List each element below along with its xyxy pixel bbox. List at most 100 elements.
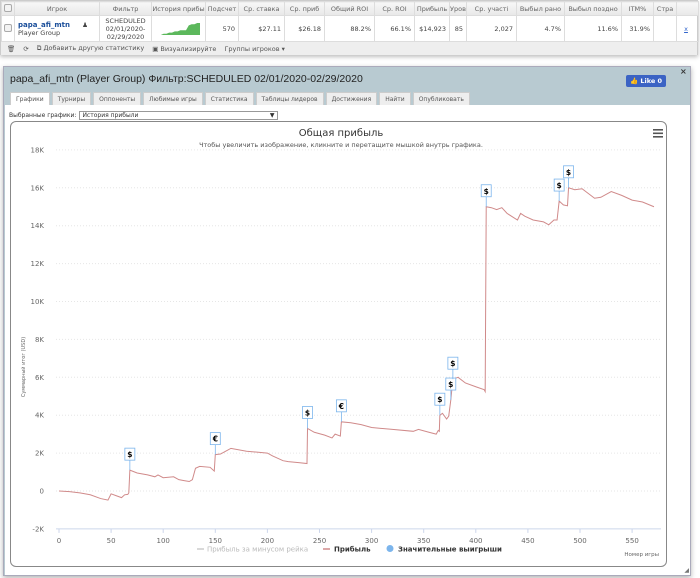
add-stat-button[interactable]: ⧉ Добавить другую статистику [37,44,144,53]
avg-stake-cell: $27.11 [238,15,285,42]
big-win-flag[interactable]: $ [480,184,492,207]
svg-text:$: $ [557,181,562,190]
y-tick-label: -2K [32,525,44,533]
row-checkbox[interactable] [1,15,15,42]
col-header[interactable]: Выбыл поздно [564,1,622,16]
x-tick-label: 250 [313,537,326,545]
dropdown-arrow-icon: ▼ [269,112,275,119]
chart-select-label: Выбранные графики: [9,112,77,119]
col-header[interactable]: Уровен [449,1,467,16]
chart-title: Общая прибыль [299,128,384,139]
table-row: papa_afi_mtn ♟ Player Group SCHEDULED 02/0… [1,15,699,42]
tab-charts[interactable]: Графики [10,92,50,106]
tab-publish[interactable]: Опубликовать [412,92,470,106]
svg-text:$: $ [566,168,571,177]
close-panel-button[interactable]: × [680,67,687,76]
y-tick-label: 18K [31,146,45,154]
tab-opponents[interactable]: Оппоненты [93,92,142,106]
big-win-flag[interactable]: $ [302,406,313,429]
player-groups-dropdown[interactable]: Группы игроков ▾ [224,45,284,53]
table-header: Игрок Фильтр История прибы Подсчет Ср. с… [1,1,699,16]
level-cell: 85 [449,15,467,42]
count-cell: 570 [205,15,239,42]
chart-legend: Прибыль за минусом рейка Прибыль Значите… [197,545,502,554]
big-win-flag[interactable]: $ [553,178,565,202]
col-header-empty [676,1,699,16]
legend-bigwins-swatch [386,545,394,552]
tab-find[interactable]: Найти [379,92,411,106]
x-axis-label: Номер игры [624,552,659,558]
x-tick-label: 550 [625,537,638,545]
col-header[interactable]: Прибыль [414,1,450,16]
profit-cell: $14,923 [414,15,450,42]
filter-line: SCHEDULED [105,16,146,25]
visualize-button[interactable]: ▣ Визуализируйте [152,45,216,53]
refresh-icon[interactable]: ⟳ [23,45,28,53]
legend-rake[interactable]: Прибыль за минусом рейка [207,546,308,554]
y-tick-label: 8K [35,336,44,344]
profit-chart[interactable]: Общая прибыль Чтобы увеличить изображени… [10,121,667,567]
facebook-like-button[interactable]: 👍 Like 0 [626,75,667,87]
trash-icon[interactable]: 🗑 [7,45,15,53]
big-win-flag[interactable]: € [335,399,347,422]
x-tick-label: 200 [261,537,274,545]
player-link[interactable]: papa_afi_mtn [18,21,70,29]
y-tick-label: 12K [31,260,45,268]
total-roi-cell: 88.2% [324,15,375,42]
big-win-flag[interactable]: $ [445,377,457,401]
svg-text:$: $ [437,395,442,404]
col-header[interactable]: Общий ROI [324,1,375,16]
tab-tournaments[interactable]: Турниры [51,92,92,106]
legend-profit[interactable]: Прибыль [334,546,371,554]
y-tick-label: 6K [35,374,44,382]
col-header[interactable]: История прибы [151,1,206,16]
col-header[interactable]: Подсчет [205,1,239,16]
col-header[interactable]: Стра [653,1,677,16]
x-tick-label: 400 [469,537,482,545]
y-tick-label: 10K [31,298,45,306]
avg-roi-cell: 66.1% [374,15,415,42]
y-tick-label: 4K [35,412,44,420]
tab-content: Выбранные графики: История прибыли ▼ Обща… [5,105,690,575]
chart-svg[interactable]: Общая прибыль Чтобы увеличить изображени… [11,122,668,568]
col-header[interactable]: ITM% [621,1,654,16]
col-header[interactable]: Ср. участі [466,1,517,16]
table-toolbar: 🗑 ⟳ ⧉ Добавить другую статистику ▣ Визуа… [1,42,697,55]
avg-profit-cell: $26.18 [284,15,325,42]
panel-title: papa_afi_mtn (Player Group) Фильтр:SCHED… [10,73,363,85]
big-win-flag[interactable]: $ [447,356,459,380]
col-header[interactable]: Ср. ставка [238,1,285,16]
filter-line: 02/29/2020 [106,32,145,41]
resize-handle[interactable]: ◢ [684,567,689,574]
filter-line: 02/01/2020- [105,24,146,33]
big-win-flag[interactable]: $ [124,447,136,471]
player-panel: papa_afi_mtn (Player Group) Фильтр:SCHED… [3,66,691,576]
tab-leaderboards[interactable]: Таблицы лидеров [255,92,324,106]
big-win-flag[interactable]: $ [563,165,574,188]
col-header[interactable]: Выбыл рано [516,1,565,16]
x-tick-label: 350 [417,537,430,545]
x-tick-label: 450 [521,537,534,545]
remove-row-button[interactable]: x [676,15,699,42]
big-win-flag[interactable]: € [209,432,221,455]
col-header[interactable]: Фильтр [99,1,152,16]
profit-sparkline [157,22,200,35]
chart-select[interactable]: История прибыли ▼ [79,111,279,120]
svg-text:$: $ [484,187,489,196]
x-tick-label: 50 [107,537,116,545]
tab-achievements[interactable]: Достижения [325,92,378,106]
tab-statistics[interactable]: Статистика [204,92,254,106]
big-win-flag[interactable]: $ [434,392,446,416]
player-group: Player Group [18,28,61,37]
svg-text:$: $ [448,380,453,389]
y-tick-label: 14K [31,222,45,230]
col-header[interactable]: Игрок [14,1,100,16]
select-all-checkbox[interactable] [1,1,15,16]
col-header[interactable]: Ср. приб [284,1,325,16]
svg-text:$: $ [305,408,310,417]
svg-text:€: € [338,402,344,411]
col-header[interactable]: Ср. ROI [374,1,415,16]
tab-favorite-games[interactable]: Любимые игры [143,92,203,106]
chart-menu-icon[interactable] [653,129,663,138]
legend-bigwins[interactable]: Значительные выигрыши [398,546,502,554]
